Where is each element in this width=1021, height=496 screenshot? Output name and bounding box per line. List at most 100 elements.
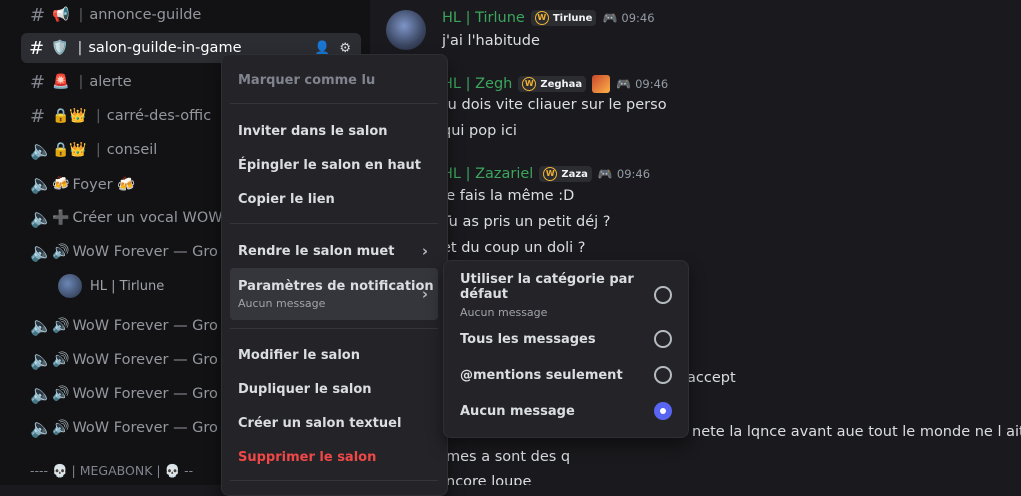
avatar[interactable] <box>386 10 426 50</box>
lock-crown-icon: 🔒👑 <box>52 108 87 124</box>
hash-icon: # <box>30 4 46 26</box>
option-sublabel: Aucun message <box>460 305 548 319</box>
channel-context-menu: Marquer comme lu Inviter dans le salon É… <box>221 54 448 496</box>
username[interactable]: HL | Zegh <box>442 76 512 92</box>
radio-button-selected[interactable] <box>654 402 672 420</box>
gamepad-icon: 🎮 <box>602 11 618 25</box>
mark-read-item[interactable]: Marquer comme lu <box>230 65 438 95</box>
megaphone-icon: 📢 <box>52 7 70 23</box>
delete-channel-item[interactable]: Supprimer le salon <box>230 442 438 472</box>
channel-name: WoW Forever — Gro <box>72 386 218 402</box>
channel-name: WoW Forever — Gro <box>72 244 218 260</box>
channel-conseil[interactable]: 🔈 🔒👑 | conseil <box>22 135 157 165</box>
avatar <box>58 274 82 298</box>
username[interactable]: HL | Tirlune <box>442 10 525 26</box>
timestamp: 09:46 <box>616 167 651 181</box>
lock-crown-icon: 🔒👑 <box>52 142 87 158</box>
message-text: Je fais la même :D <box>442 188 575 204</box>
hero-badge-icon <box>592 75 611 93</box>
channel-name: alerte <box>89 74 132 90</box>
notif-option-all[interactable]: Tous les messages <box>452 326 680 352</box>
radio-button[interactable] <box>654 286 672 304</box>
guild-tag: W Tirlune <box>530 10 597 26</box>
channel-wow-forever-1[interactable]: 🔈 🔊 WoW Forever — Gro <box>22 237 218 267</box>
channel-carre-des-officiers[interactable]: # 🔒👑 | carré-des-offic <box>22 101 211 131</box>
message-text: Tu as pris un petit déj ? <box>442 214 611 230</box>
notif-option-none[interactable]: Aucun message <box>452 398 680 424</box>
create-text-channel-item[interactable]: Créer un salon textuel <box>230 408 438 438</box>
wow-icon: W <box>522 77 537 91</box>
channel-wow-forever-3[interactable]: 🔈 🔊 WoW Forever — Gro <box>22 345 218 375</box>
message-text: ncore loupe <box>446 474 532 485</box>
speaker-active-icon: 🔈 <box>30 241 53 263</box>
guild-tag: W Zeghaa <box>518 76 587 92</box>
username[interactable]: HL | Zazariel <box>442 166 533 182</box>
speaker-icon: 🔈 <box>30 383 53 405</box>
message-text: mes a sont des q <box>446 449 571 465</box>
volume-icon: 🔊 <box>52 420 70 436</box>
channel-wow-forever-5[interactable]: 🔈 🔊 WoW Forever — Gro <box>22 413 218 443</box>
message-header: HL | Zegh W Zeghaa 🎮 09:46 <box>442 75 668 93</box>
channel-wow-forever-4[interactable]: 🔈 🔊 WoW Forever — Gro <box>22 379 218 409</box>
channel-annonce-guilde[interactable]: # 📢 | annonce-guilde <box>22 0 201 30</box>
notif-option-default[interactable]: Utiliser la catégorie par défaut Aucun m… <box>452 271 680 319</box>
voice-user-name: HL | Tirlune <box>90 278 165 294</box>
channel-creer-vocal[interactable]: 🔈 ➕ Créer un vocal WOW <box>22 203 223 233</box>
option-label: @mentions seulement <box>460 367 623 383</box>
notif-option-mentions[interactable]: @mentions seulement <box>452 362 680 388</box>
channel-name: WoW Forever — Gro <box>72 420 218 436</box>
speaker-icon: 🔈 <box>30 207 53 229</box>
channel-name: annonce-guilde <box>89 7 202 23</box>
chevron-right-icon: › <box>421 285 428 303</box>
channel-name: WoW Forever — Gro <box>72 352 218 368</box>
channel-name: Foyer 🍻 <box>72 176 136 193</box>
mute-channel-item[interactable]: Rendre le salon muet › <box>230 236 438 266</box>
speaker-icon: 🔈 <box>30 139 53 161</box>
siren-icon: 🚨 <box>52 74 70 90</box>
channel-foyer[interactable]: 🔈 🍻 Foyer 🍻 <box>22 169 135 199</box>
edit-channel-item[interactable]: Modifier le salon <box>230 340 438 370</box>
speaker-icon: 🔈 <box>30 417 53 439</box>
option-label: Utiliser la catégorie par défaut <box>460 271 634 302</box>
volume-icon: 🔊 <box>52 318 70 334</box>
speaker-icon: 🔈 <box>30 349 53 371</box>
volume-icon: 🔊 <box>52 352 70 368</box>
mute-label: Rendre le salon muet <box>238 243 395 259</box>
pin-channel-item[interactable]: Épingler le salon en haut <box>230 150 438 180</box>
hash-thread-icon: # <box>29 37 45 59</box>
message-text: j'ai l'habitude <box>442 33 540 49</box>
channel-name: salon-guilde-in-game <box>88 40 242 56</box>
plus-icon: ➕ <box>52 210 70 226</box>
speaker-icon: 🔈 <box>30 315 53 337</box>
radio-button[interactable] <box>654 366 672 384</box>
notification-settings-item[interactable]: Paramètres de notification Aucun message… <box>230 268 438 320</box>
guild-tag: W Zaza <box>539 166 592 182</box>
category-megabonk[interactable]: ---- 💀 | MEGABONK | 💀 -- <box>30 463 193 479</box>
gamepad-icon: 🎮 <box>597 167 613 181</box>
channel-name: WoW Forever — Gro <box>72 318 218 334</box>
channel-name: carré-des-offic <box>106 108 212 124</box>
message-text: tu dois vite cliauer sur le perso <box>442 97 667 113</box>
invite-item[interactable]: Inviter dans le salon <box>230 116 438 146</box>
notification-submenu: Utiliser la catégorie par défaut Aucun m… <box>443 260 689 438</box>
notification-settings-label: Paramètres de notification <box>238 278 434 294</box>
option-label: Aucun message <box>460 403 575 419</box>
speaker-icon: 🔈 <box>30 173 53 195</box>
timestamp: 09:46 <box>621 11 655 25</box>
copy-link-item[interactable]: Copier le lien <box>230 184 438 214</box>
duplicate-channel-item[interactable]: Dupliquer le salon <box>230 374 438 404</box>
channel-alerte[interactable]: # 🚨 | alerte <box>22 67 132 97</box>
radio-button[interactable] <box>654 330 672 348</box>
hash-lock-icon: # <box>30 105 46 127</box>
channel-wow-forever-2[interactable]: 🔈 🔊 WoW Forever — Gro <box>22 311 218 341</box>
timestamp: 09:46 <box>635 77 669 91</box>
message-text: nete la lqnce avant aue tout le monde ne… <box>692 424 1021 440</box>
message-header: HL | Tirlune W Tirlune 🎮 09:46 <box>442 10 655 26</box>
shield-icon: 🛡️ <box>51 40 69 56</box>
voice-user[interactable]: HL | Tirlune <box>58 273 164 299</box>
chevron-right-icon: › <box>421 242 428 260</box>
channel-name: conseil <box>106 142 158 158</box>
message-text: qui pop ici <box>442 123 517 139</box>
message-header: HL | Zazariel W Zaza 🎮 09:46 <box>442 166 650 182</box>
hash-icon: # <box>30 71 46 93</box>
